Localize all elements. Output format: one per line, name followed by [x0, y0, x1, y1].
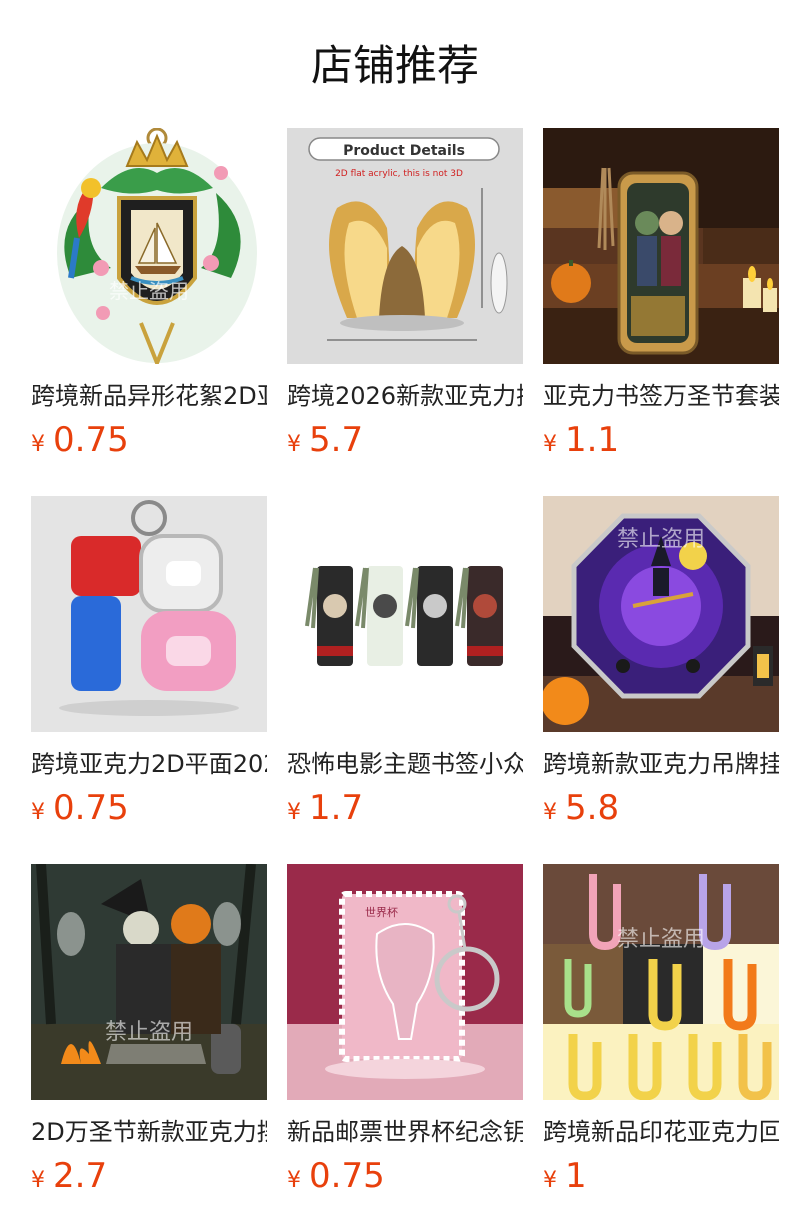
angel-nativity-image: Product Details 2D flat acrylic, this is…: [287, 128, 523, 364]
product-image[interactable]: 世界杯: [287, 864, 523, 1100]
horror-bookmarks-image: [287, 496, 523, 732]
page-title: 店铺推荐: [310, 41, 479, 90]
product-card[interactable]: 禁止盗用 跨境新品异形花絮2D亚克力钥匙扣 ¥0.75: [31, 128, 267, 496]
currency-symbol: ¥: [31, 1168, 45, 1193]
letter-b-keychain-image: [31, 496, 267, 732]
product-name[interactable]: 2D万圣节新款亚克力摆件: [31, 1114, 267, 1150]
product-image[interactable]: Product Details 2D flat acrylic, this is…: [287, 128, 523, 364]
world-cup-stamp-keychain-image: 世界杯: [287, 864, 523, 1100]
product-details-subtitle: 2D flat acrylic, this is not 3D: [335, 169, 463, 179]
price-value: 0.75: [53, 420, 129, 460]
price-value: 2.7: [53, 1156, 108, 1196]
product-details-title: Product Details: [343, 143, 465, 159]
product-grid: 禁止盗用 跨境新品异形花絮2D亚克力钥匙扣 ¥0.75 Product Deta…: [31, 128, 779, 1232]
product-name[interactable]: 跨境亚克力2D平面2026新款: [31, 746, 267, 782]
product-card[interactable]: Product Details 2D flat acrylic, this is…: [287, 128, 523, 496]
product-price: ¥5.8: [543, 786, 779, 830]
product-price: ¥0.75: [31, 786, 267, 830]
product-card[interactable]: 世界杯 新品邮票世界杯纪念钥匙扣 ¥0.75: [287, 864, 523, 1232]
product-card[interactable]: 禁止盗用 跨境新款亚克力吊牌挂件 ¥5.8: [543, 496, 779, 864]
product-name[interactable]: 跨境新品印花亚克力回形针书签: [543, 1114, 779, 1150]
product-image[interactable]: 禁止盗用: [543, 864, 779, 1100]
paperclip-bookmarks-image: 禁止盗用: [543, 864, 779, 1100]
product-price: ¥0.75: [287, 1154, 523, 1198]
product-price: ¥0.75: [31, 418, 267, 462]
watermark-text: 禁止盗用: [105, 1020, 193, 1045]
product-card[interactable]: 跨境亚克力2D平面2026新款 ¥0.75: [31, 496, 267, 864]
product-image[interactable]: [287, 496, 523, 732]
product-card[interactable]: 禁止盗用 2D万圣节新款亚克力摆件 ¥2.7: [31, 864, 267, 1232]
price-value: 1.7: [309, 788, 364, 828]
product-image[interactable]: [31, 496, 267, 732]
product-card[interactable]: 亚克力书签万圣节套装 ¥1.1: [543, 128, 779, 496]
product-card[interactable]: 恐怖电影主题书签小众 ¥1.7: [287, 496, 523, 864]
product-name[interactable]: 跨境2026新款亚克力摆件: [287, 378, 523, 414]
watermark-text: 禁止盗用: [617, 927, 705, 952]
product-price: ¥5.7: [287, 418, 523, 462]
currency-symbol: ¥: [543, 800, 557, 825]
price-value: 0.75: [309, 1156, 385, 1196]
product-name[interactable]: 跨境新品异形花絮2D亚克力钥匙扣: [31, 378, 267, 414]
price-value: 5.8: [565, 788, 620, 828]
product-name[interactable]: 新品邮票世界杯纪念钥匙扣: [287, 1114, 523, 1150]
price-value: 1: [565, 1156, 587, 1196]
halloween-bookmark-image: [543, 128, 779, 364]
product-price: ¥2.7: [31, 1154, 267, 1198]
currency-symbol: ¥: [287, 1168, 301, 1193]
product-name[interactable]: 亚克力书签万圣节套装: [543, 378, 779, 414]
keychain-crest-image: 禁止盗用: [31, 128, 267, 364]
witch-suncatcher-image: 禁止盗用: [543, 496, 779, 732]
watermark-text: 禁止盗用: [617, 527, 705, 552]
product-price: ¥1.1: [543, 418, 779, 462]
product-image[interactable]: [543, 128, 779, 364]
currency-symbol: ¥: [31, 432, 45, 457]
currency-symbol: ¥: [287, 800, 301, 825]
product-name[interactable]: 跨境新款亚克力吊牌挂件: [543, 746, 779, 782]
product-image[interactable]: 禁止盗用: [31, 128, 267, 364]
product-name[interactable]: 恐怖电影主题书签小众: [287, 746, 523, 782]
product-image[interactable]: 禁止盗用: [31, 864, 267, 1100]
product-card[interactable]: 禁止盗用 跨境新品印花亚克力回形针书签 ¥1: [543, 864, 779, 1232]
price-value: 1.1: [565, 420, 620, 460]
currency-symbol: ¥: [31, 800, 45, 825]
product-price: ¥1.7: [287, 786, 523, 830]
currency-symbol: ¥: [543, 432, 557, 457]
price-value: 0.75: [53, 788, 129, 828]
product-image[interactable]: 禁止盗用: [543, 496, 779, 732]
currency-symbol: ¥: [287, 432, 301, 457]
product-price: ¥1: [543, 1154, 779, 1198]
stamp-text: 世界杯: [365, 905, 398, 919]
halloween-figure-image: 禁止盗用: [31, 864, 267, 1100]
currency-symbol: ¥: [543, 1168, 557, 1193]
watermark-text: 禁止盗用: [109, 279, 189, 303]
price-value: 5.7: [309, 420, 364, 460]
